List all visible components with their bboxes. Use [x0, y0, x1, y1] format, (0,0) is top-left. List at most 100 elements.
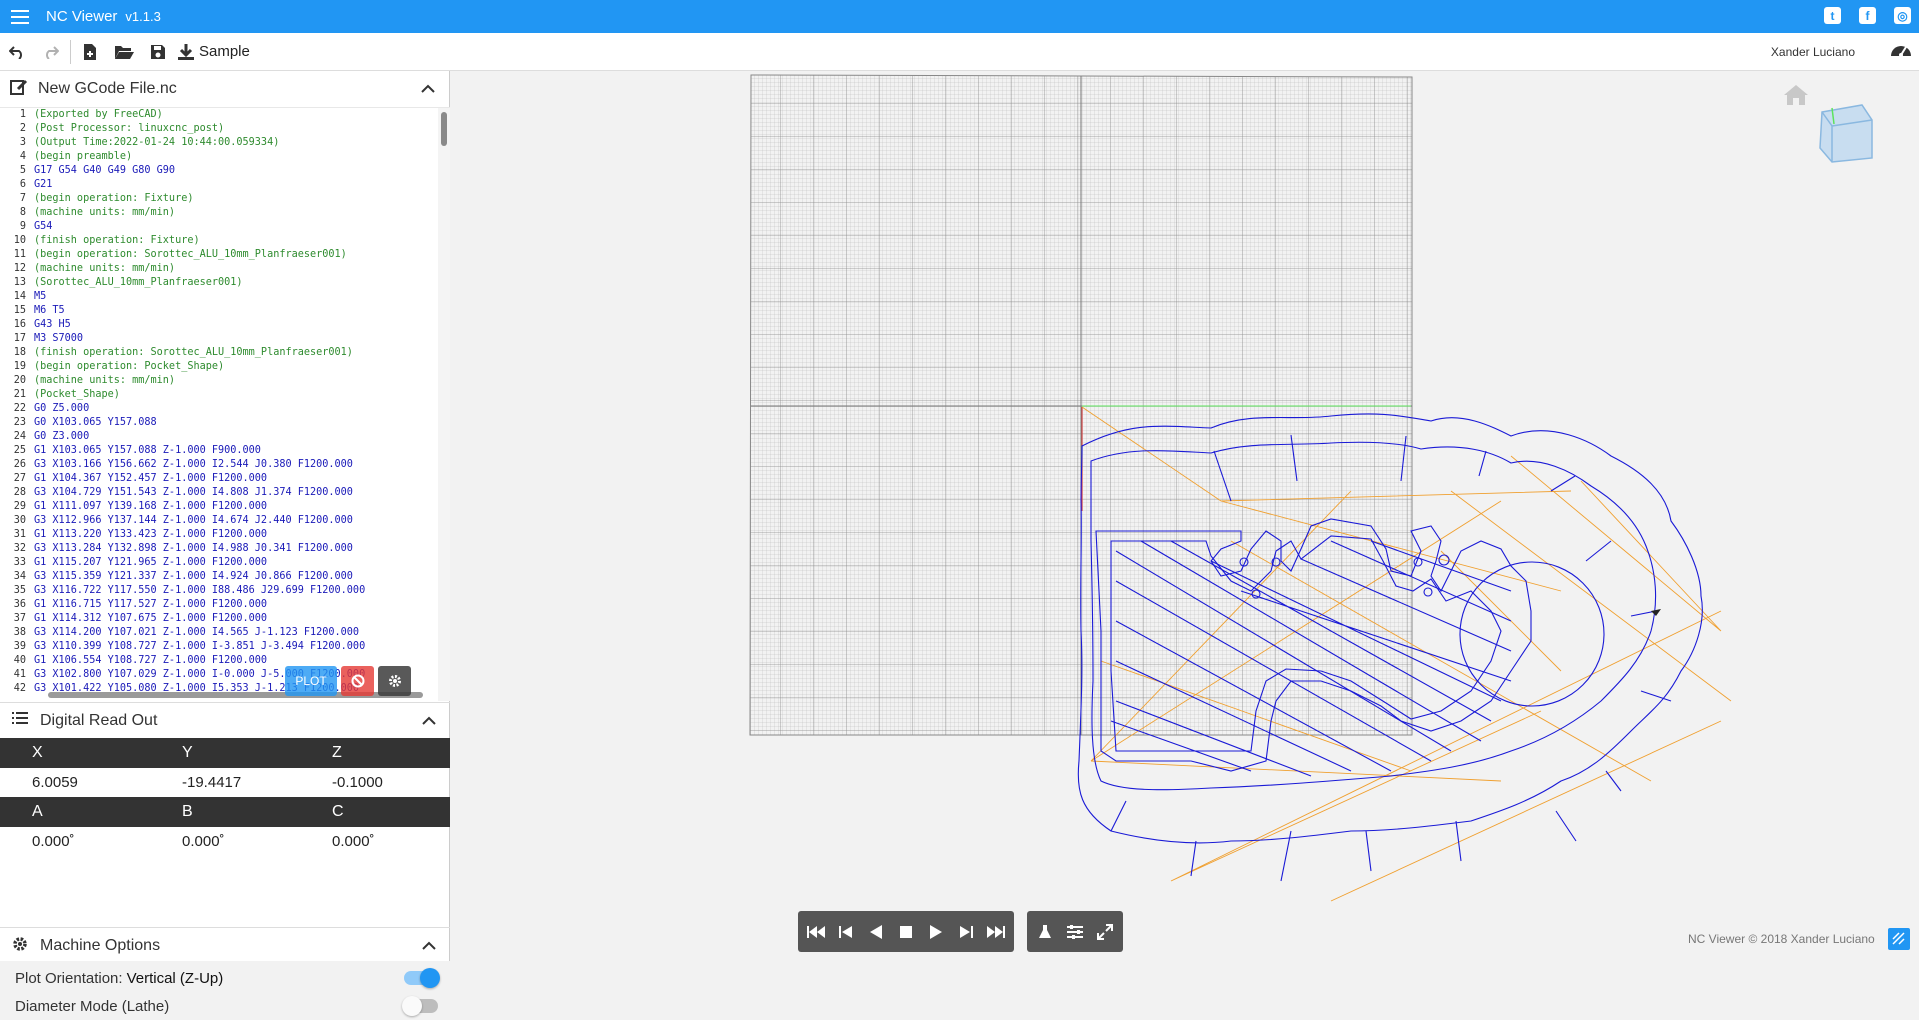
- dro-header[interactable]: Digital Read Out: [0, 702, 450, 738]
- twitter-icon[interactable]: t: [1824, 7, 1841, 24]
- editor-header[interactable]: New GCode File.nc: [0, 71, 449, 107]
- code-line[interactable]: 37 G1 X114.312 Y107.675 Z-1.000 F1200.000: [0, 612, 450, 626]
- code-line[interactable]: 24 G0 Z3.000: [0, 430, 450, 444]
- code-line[interactable]: 14 M5: [0, 290, 450, 304]
- line-text: G1 X103.065 Y157.088 Z-1.000 F900.000: [34, 445, 261, 456]
- axis-label-x: X: [32, 744, 43, 761]
- instagram-icon[interactable]: ◎: [1894, 7, 1911, 24]
- skip-to-end-icon[interactable]: [984, 917, 1008, 947]
- line-number: 23: [13, 417, 26, 428]
- plot-orientation-toggle[interactable]: [404, 968, 440, 988]
- line-number: 28: [13, 487, 26, 498]
- gcode-editor[interactable]: 1 (Exported by FreeCAD) 2 (Post Processor: …: [0, 107, 450, 701]
- undo-icon[interactable]: [0, 33, 34, 71]
- code-line[interactable]: 4 (begin preamble): [0, 150, 450, 164]
- chevron-up-icon[interactable]: [422, 712, 436, 730]
- code-line[interactable]: 34 G3 X115.359 Y121.337 Z-1.000 I4.924 J0…: [0, 570, 450, 584]
- play-reverse-icon[interactable]: [864, 917, 888, 947]
- axis-label-b: B: [182, 803, 193, 820]
- speedometer-icon[interactable]: [1889, 40, 1913, 65]
- open-folder-icon[interactable]: [107, 33, 141, 71]
- code-line[interactable]: 26 G3 X103.166 Y156.662 Z-1.000 I2.544 J0…: [0, 458, 450, 472]
- code-line[interactable]: 31 G1 X113.220 Y133.423 Z-1.000 F1200.000: [0, 528, 450, 542]
- code-line[interactable]: 19 (begin operation: Pocket_Shape): [0, 360, 450, 374]
- code-line[interactable]: 8 (machine units: mm/min): [0, 206, 450, 220]
- code-line[interactable]: 17 M3 S7000: [0, 332, 450, 346]
- diameter-mode-toggle[interactable]: [402, 996, 438, 1016]
- digital-read-out-panel: Digital Read Out X Y Z 6.0059 -19.4417 -…: [0, 702, 450, 856]
- chevron-up-icon[interactable]: [422, 937, 436, 955]
- code-line[interactable]: 9 G54: [0, 220, 450, 234]
- code-line[interactable]: 3 (Output Time:2022-01-24 10:44:00.059334…: [0, 136, 450, 150]
- editor-vertical-scrollbar[interactable]: [438, 108, 450, 701]
- app-title: NC Viewer: [46, 8, 118, 25]
- code-line[interactable]: 11 (begin operation: Sorottec_ALU_10mm_Pl…: [0, 248, 450, 262]
- x-value: 6.0059: [32, 774, 78, 791]
- hamburger-menu-icon[interactable]: [0, 0, 40, 33]
- code-line[interactable]: 7 (begin operation: Fixture): [0, 192, 450, 206]
- stop-icon[interactable]: [894, 917, 918, 947]
- redo-icon[interactable]: [34, 33, 68, 71]
- toolpath-canvas[interactable]: [451, 71, 1919, 961]
- code-line[interactable]: 22 G0 Z5.000: [0, 402, 450, 416]
- sliders-icon[interactable]: [1063, 917, 1087, 947]
- toolpath-list-icon[interactable]: [1888, 928, 1910, 950]
- code-line[interactable]: 30 G3 X112.966 Y137.144 Z-1.000 I4.674 J2…: [0, 514, 450, 528]
- dro-values-abc: 0.000˚ 0.000˚ 0.000˚: [0, 827, 450, 856]
- code-line[interactable]: 12 (machine units: mm/min): [0, 262, 450, 276]
- line-number: 35: [13, 585, 26, 596]
- new-file-icon[interactable]: [73, 33, 107, 71]
- code-line[interactable]: 27 G1 X104.367 Y152.457 Z-1.000 F1200.000: [0, 472, 450, 486]
- code-line[interactable]: 15 M6 T5: [0, 304, 450, 318]
- step-back-icon[interactable]: [834, 917, 858, 947]
- view-cube-icon[interactable]: [1812, 100, 1878, 171]
- sample-button[interactable]: Sample: [175, 33, 256, 71]
- code-line[interactable]: 16 G43 H5: [0, 318, 450, 332]
- plot-button[interactable]: PLOT: [285, 666, 337, 696]
- code-line[interactable]: 20 (machine units: mm/min): [0, 374, 450, 388]
- code-line[interactable]: 28 G3 X104.729 Y151.543 Z-1.000 I4.808 J1…: [0, 486, 450, 500]
- line-number: 7: [19, 193, 26, 204]
- user-name[interactable]: Xander Luciano: [1771, 45, 1855, 59]
- code-line[interactable]: 1 (Exported by FreeCAD): [0, 108, 450, 122]
- code-line[interactable]: 35 G3 X116.722 Y117.550 Z-1.000 I88.486 J…: [0, 584, 450, 598]
- line-text: G1 X116.715 Y117.527 Z-1.000 F1200.000: [34, 599, 268, 610]
- line-number: 29: [13, 501, 26, 512]
- code-line[interactable]: 32 G3 X113.284 Y132.898 Z-1.000 I4.988 J0…: [0, 542, 450, 556]
- 3d-viewport[interactable]: [451, 71, 1919, 961]
- code-line[interactable]: 21 (Pocket_Shape): [0, 388, 450, 402]
- diameter-mode-label: Diameter Mode (Lathe): [15, 997, 170, 1015]
- code-line[interactable]: 5 G17 G54 G40 G49 G80 G90: [0, 164, 450, 178]
- line-number: 37: [13, 613, 26, 624]
- fullscreen-icon[interactable]: [1093, 917, 1117, 947]
- editor-settings-button[interactable]: [378, 666, 411, 696]
- code-lines[interactable]: 1 (Exported by FreeCAD) 2 (Post Processor: …: [0, 108, 450, 696]
- facebook-icon[interactable]: f: [1859, 7, 1876, 24]
- flask-icon[interactable]: [1033, 917, 1057, 947]
- skip-to-start-icon[interactable]: [804, 917, 828, 947]
- code-line[interactable]: 25 G1 X103.065 Y157.088 Z-1.000 F900.000: [0, 444, 450, 458]
- save-icon[interactable]: [141, 33, 175, 71]
- line-number: 31: [13, 529, 26, 540]
- code-line[interactable]: 36 G1 X116.715 Y117.527 Z-1.000 F1200.000: [0, 598, 450, 612]
- line-number: 15: [13, 305, 26, 316]
- app-version: v1.1.3: [125, 9, 161, 24]
- code-line[interactable]: 29 G1 X111.097 Y139.168 Z-1.000 F1200.000: [0, 500, 450, 514]
- code-line[interactable]: 18 (finish operation: Sorottec_ALU_10mm_P…: [0, 346, 450, 360]
- code-line[interactable]: 10 (finish operation: Fixture): [0, 234, 450, 248]
- code-line[interactable]: 13 (Sorottec_ALU_10mm_Planfraeser001): [0, 276, 450, 290]
- code-line[interactable]: 2 (Post Processor: linuxcnc_post): [0, 122, 450, 136]
- code-line[interactable]: 39 G3 X110.399 Y108.727 Z-1.000 I-3.851 J…: [0, 640, 450, 654]
- code-line[interactable]: 6 G21: [0, 178, 450, 192]
- clear-button[interactable]: [341, 666, 374, 696]
- chevron-up-icon[interactable]: [421, 80, 435, 98]
- play-icon[interactable]: [924, 917, 948, 947]
- home-icon[interactable]: [1782, 83, 1810, 112]
- step-forward-icon[interactable]: [954, 917, 978, 947]
- line-text: G3 X110.399 Y108.727 Z-1.000 I-3.851 J-3…: [34, 641, 366, 652]
- view-tools: [1027, 911, 1123, 952]
- code-line[interactable]: 33 G1 X115.207 Y121.965 Z-1.000 F1200.000: [0, 556, 450, 570]
- code-line[interactable]: 23 G0 X103.065 Y157.088: [0, 416, 450, 430]
- machine-options-header[interactable]: Machine Options: [0, 928, 450, 964]
- code-line[interactable]: 38 G3 X114.200 Y107.021 Z-1.000 I4.565 J-…: [0, 626, 450, 640]
